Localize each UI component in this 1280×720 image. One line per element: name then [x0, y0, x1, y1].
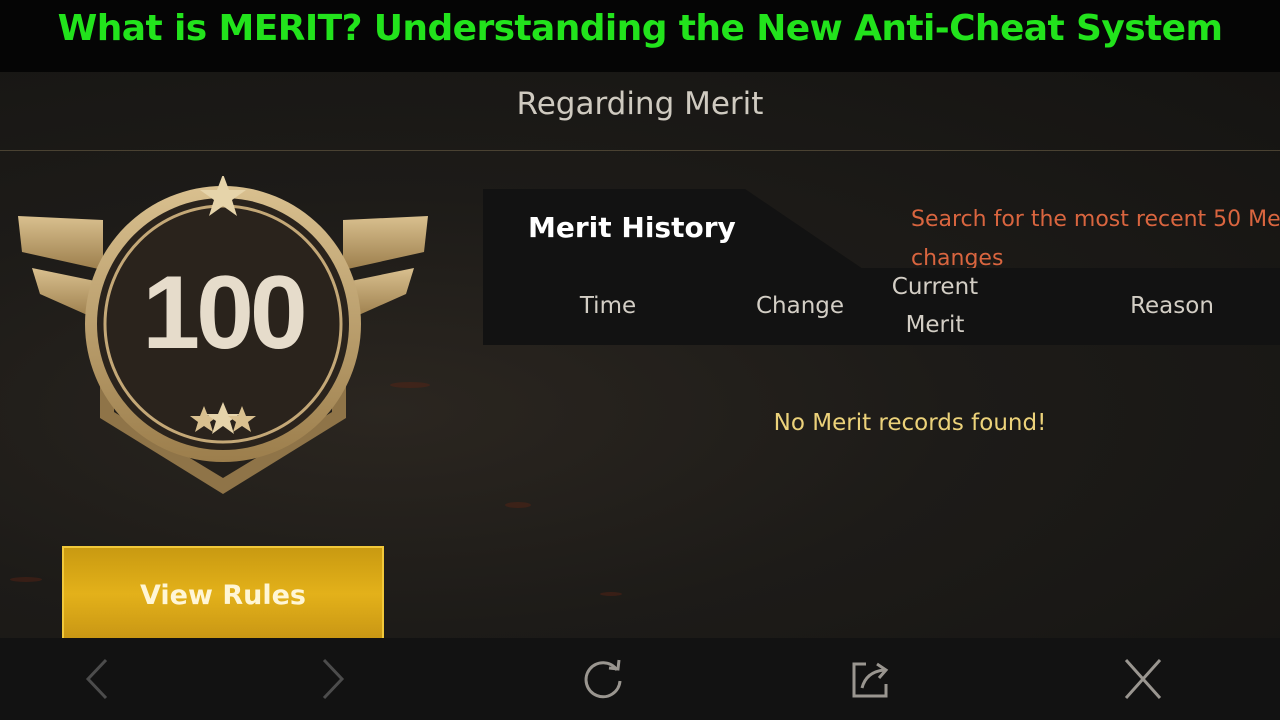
page-header: Regarding Merit — [0, 72, 1280, 151]
merit-badge: 100 — [18, 174, 428, 506]
history-table-header: Time Change Current Merit Reason — [483, 268, 1280, 345]
column-header-current-merit: Current Merit — [891, 274, 979, 338]
merit-screen: Regarding Merit 100 View Rules Merit His… — [0, 72, 1280, 638]
forward-button[interactable] — [308, 656, 358, 702]
refresh-icon — [584, 659, 622, 699]
column-header-time: Time — [579, 293, 637, 319]
empty-records-message: No Merit records found! — [773, 410, 1047, 436]
close-icon — [1124, 658, 1162, 700]
merit-score: 100 — [142, 255, 308, 371]
search-note: Search for the most recent 50 Me changes — [911, 207, 1280, 271]
column-header-change: Change — [755, 293, 845, 319]
ember-decoration — [600, 592, 622, 596]
back-button[interactable] — [72, 656, 122, 702]
refresh-button[interactable] — [578, 656, 628, 702]
ember-decoration — [10, 577, 42, 582]
tab-merit-history[interactable]: Merit History — [483, 189, 863, 269]
close-button[interactable] — [1118, 656, 1168, 702]
view-rules-button[interactable]: View Rules — [62, 546, 384, 638]
forward-arrow-icon — [322, 658, 345, 700]
ember-decoration — [505, 502, 531, 508]
share-icon — [852, 662, 889, 698]
back-arrow-icon — [85, 658, 108, 700]
share-button[interactable] — [846, 656, 896, 702]
bottom-toolbar — [0, 638, 1280, 720]
video-title-banner: What is MERIT? Understanding the New Ant… — [0, 0, 1280, 72]
tab-merit-history-label: Merit History — [528, 211, 736, 244]
view-rules-label: View Rules — [140, 580, 306, 611]
video-title: What is MERIT? Understanding the New Ant… — [57, 8, 1223, 49]
page-title: Regarding Merit — [516, 86, 764, 122]
column-header-reason: Reason — [1130, 293, 1214, 319]
